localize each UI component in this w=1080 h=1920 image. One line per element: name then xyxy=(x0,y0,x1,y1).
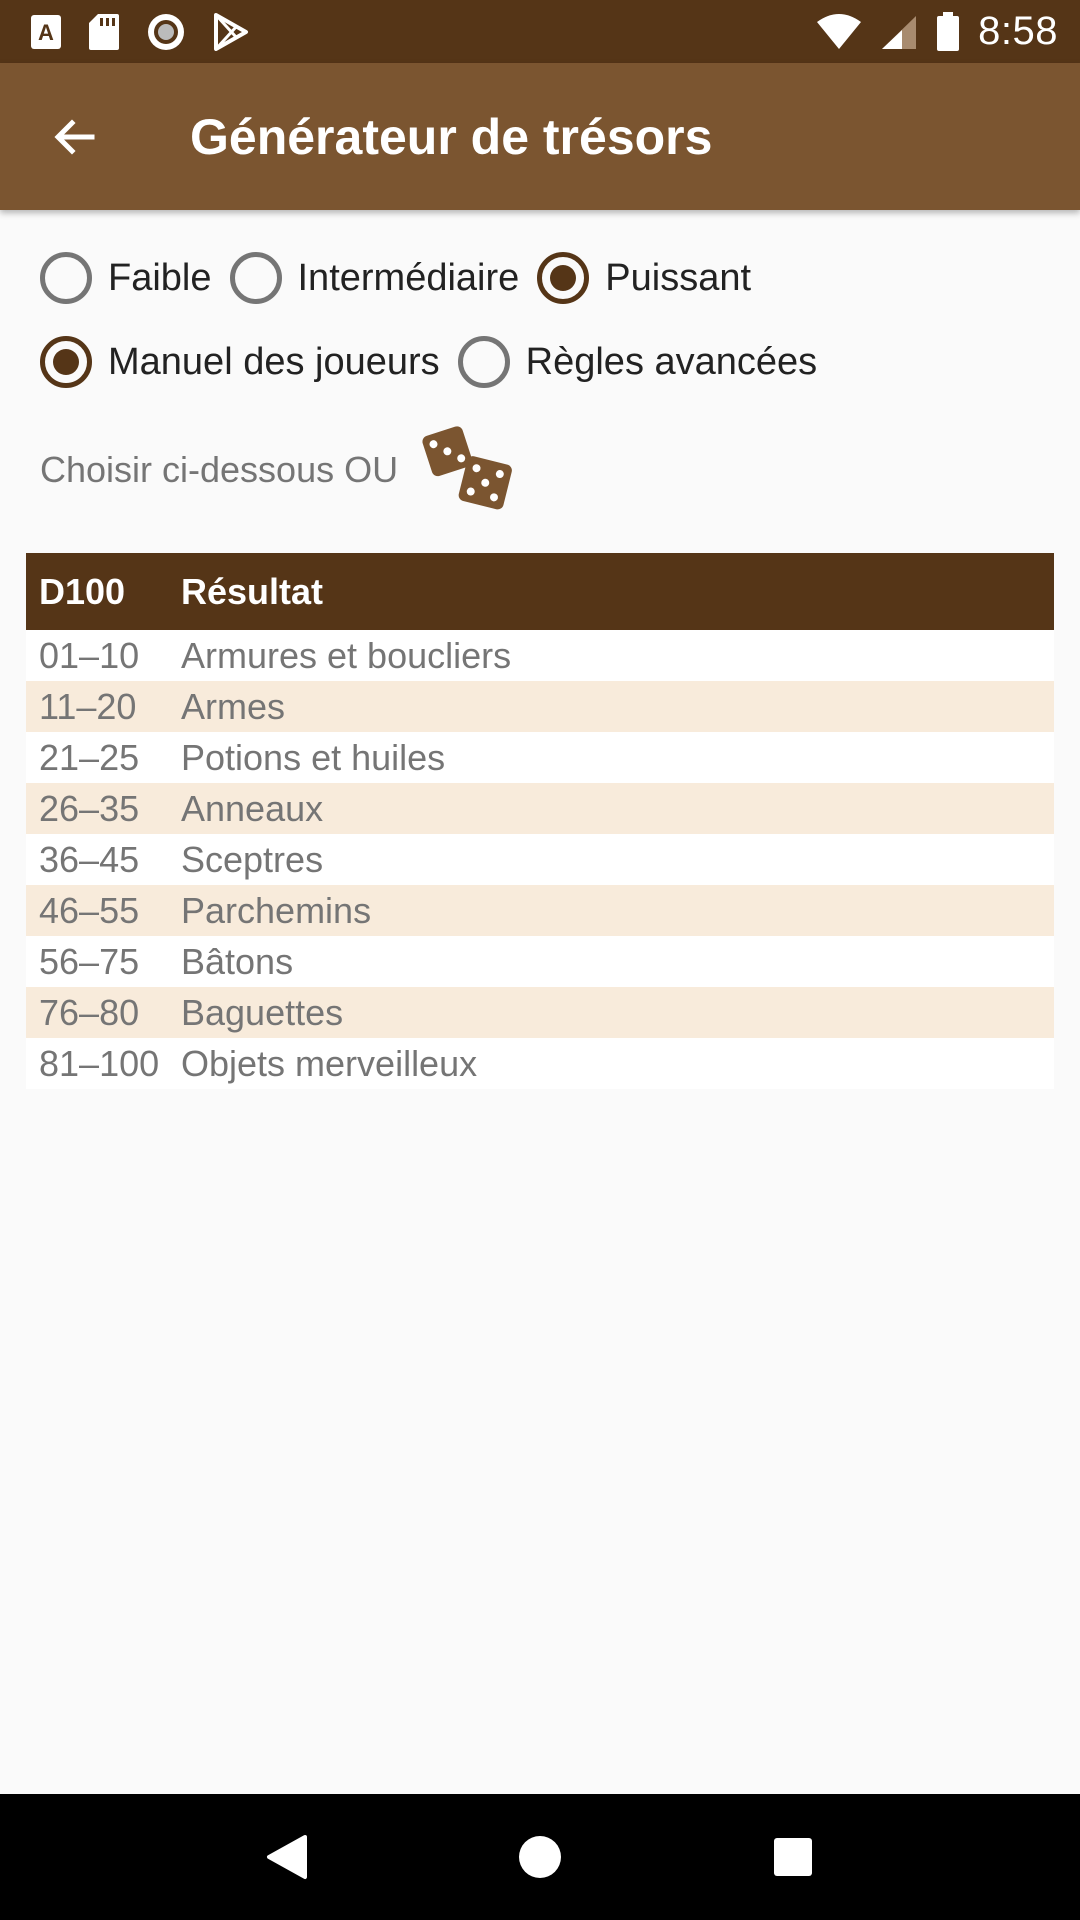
home-circle-icon xyxy=(518,1836,561,1878)
radio-faible[interactable]: Faible xyxy=(40,252,212,304)
source-radio-group: Manuel des joueurs Règles avancées xyxy=(40,336,835,388)
row-result: Parchemins xyxy=(181,889,372,931)
radio-button-faible[interactable] xyxy=(40,252,92,304)
row-result: Baguettes xyxy=(181,991,344,1033)
battery-icon xyxy=(937,11,960,51)
recents-square-icon xyxy=(774,1838,813,1876)
dice-icon xyxy=(422,426,512,510)
row-range: 01–10 xyxy=(39,634,140,676)
nav-back-button[interactable] xyxy=(247,1817,327,1897)
system-nav-bar xyxy=(0,1794,1080,1920)
radio-label-regles: Règles avancées xyxy=(525,340,818,383)
row-range: 11–20 xyxy=(39,685,137,727)
table-row[interactable]: 01–10 Armures et boucliers xyxy=(26,630,1054,681)
table-row[interactable]: 56–75 Bâtons xyxy=(26,936,1054,987)
radio-label-faible: Faible xyxy=(108,256,212,299)
row-result: Objets merveilleux xyxy=(181,1042,478,1084)
page-title: Générateur de trésors xyxy=(190,108,713,165)
table-row[interactable]: 36–45 Sceptres xyxy=(26,834,1054,885)
play-store-icon xyxy=(214,12,248,51)
roll-dice-button[interactable] xyxy=(420,420,520,520)
arrow-back-icon xyxy=(54,118,95,155)
status-time: 8:58 xyxy=(978,9,1058,53)
row-result: Armes xyxy=(181,685,286,727)
table-row[interactable]: 81–100 Objets merveilleux xyxy=(26,1038,1054,1089)
radio-regles-avancees[interactable]: Règles avancées xyxy=(457,336,818,388)
row-range: 81–100 xyxy=(39,1042,160,1084)
row-range: 76–80 xyxy=(39,991,140,1033)
radio-button-regles[interactable] xyxy=(457,336,510,388)
choose-row: Choisir ci-dessous OU xyxy=(40,420,520,520)
row-result: Bâtons xyxy=(181,940,294,982)
nav-home-button[interactable] xyxy=(500,1817,580,1897)
table-row[interactable]: 11–20 Armes xyxy=(26,681,1054,732)
table-row[interactable]: 21–25 Potions et huiles xyxy=(26,732,1054,783)
record-icon xyxy=(148,13,184,50)
back-button[interactable] xyxy=(0,63,148,210)
signal-icon xyxy=(882,15,917,49)
back-triangle-icon xyxy=(266,1835,307,1879)
app-bar: Générateur de trésors xyxy=(0,63,1080,210)
row-range: 46–55 xyxy=(39,889,140,931)
status-bar: A 8:58 xyxy=(0,0,1080,63)
radio-manuel-des-joueurs[interactable]: Manuel des joueurs xyxy=(40,336,440,388)
nav-recents-button[interactable] xyxy=(753,1817,833,1897)
power-radio-group: Faible Intermédiaire Puissant xyxy=(40,252,769,304)
row-range: 21–25 xyxy=(39,736,140,778)
radio-label-manuel: Manuel des joueurs xyxy=(108,340,440,383)
row-result: Potions et huiles xyxy=(181,736,446,778)
row-result: Armures et boucliers xyxy=(181,634,512,676)
header-resultat: Résultat xyxy=(181,570,324,612)
radio-label-puissant: Puissant xyxy=(605,256,752,299)
choose-prompt: Choisir ci-dessous OU xyxy=(40,449,399,490)
treasure-table: D100 Résultat 01–10 Armures et boucliers… xyxy=(26,553,1054,1089)
font-a-icon: A xyxy=(31,14,61,49)
table-row[interactable]: 46–55 Parchemins xyxy=(26,885,1054,936)
radio-button-puissant[interactable] xyxy=(537,252,590,304)
radio-button-manuel[interactable] xyxy=(40,336,92,388)
svg-text:A: A xyxy=(38,20,54,45)
header-d100: D100 xyxy=(39,570,126,612)
radio-label-intermediaire: Intermédiaire xyxy=(297,256,520,299)
row-range: 36–45 xyxy=(39,838,140,880)
sd-card-icon xyxy=(89,13,119,50)
radio-button-intermediaire[interactable] xyxy=(229,252,282,304)
table-row[interactable]: 76–80 Baguettes xyxy=(26,987,1054,1038)
row-range: 26–35 xyxy=(39,787,140,829)
wifi-icon xyxy=(817,13,862,49)
row-result: Sceptres xyxy=(181,838,324,880)
row-range: 56–75 xyxy=(39,940,140,982)
table-header: D100 Résultat xyxy=(26,553,1054,630)
radio-intermediaire[interactable]: Intermédiaire xyxy=(229,252,520,304)
radio-puissant[interactable]: Puissant xyxy=(537,252,751,304)
row-result: Anneaux xyxy=(181,787,324,829)
table-row[interactable]: 26–35 Anneaux xyxy=(26,783,1054,834)
